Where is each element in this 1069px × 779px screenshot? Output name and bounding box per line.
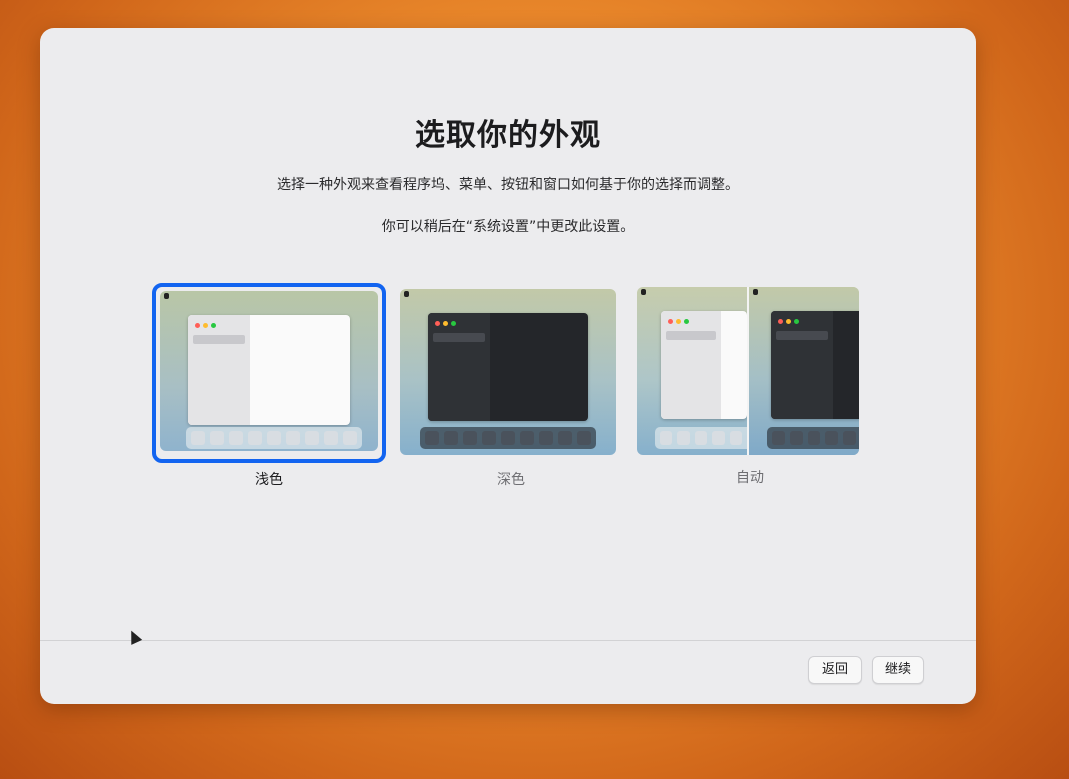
setup-assistant-window: 选取你的外观 选择一种外观来查看程序坞、菜单、按钮和窗口如何基于你的选择而调整。… (40, 28, 976, 704)
light-window-mock (188, 315, 350, 425)
footer-divider (40, 640, 976, 641)
apple-logo-icon (404, 291, 409, 297)
option-label-dark: 深色 (497, 472, 525, 488)
auto-dark-dock-mock (767, 427, 859, 449)
light-preview (160, 291, 378, 451)
appearance-option-auto[interactable]: 自动 (637, 283, 863, 498)
settings-note: 你可以稍后在“系统设置”中更改此设置。 (381, 219, 635, 235)
auto-preview (637, 287, 859, 455)
option-label-light: 浅色 (255, 472, 283, 488)
back-button[interactable]: 返回 (808, 656, 862, 684)
appearance-option-light[interactable]: 浅色 (152, 283, 386, 498)
auto-light-dock-mock (655, 427, 747, 449)
option-label-auto: 自动 (736, 470, 764, 486)
continue-button[interactable]: 继续 (872, 656, 924, 684)
dark-dock-mock (420, 427, 596, 449)
apple-logo-icon (753, 289, 758, 295)
light-dock-mock (186, 427, 362, 449)
page-title: 选取你的外观 (415, 118, 601, 153)
appearance-option-dark[interactable]: 深色 (400, 283, 622, 498)
apple-logo-icon (164, 293, 169, 299)
page-subtitle: 选择一种外观来查看程序坞、菜单、按钮和窗口如何基于你的选择而调整。 (277, 177, 739, 193)
auto-dark-window-mock (771, 311, 859, 419)
dark-window-mock (428, 313, 588, 421)
mouse-pointer-icon (125, 628, 143, 645)
dark-preview (400, 289, 616, 455)
apple-logo-icon (641, 289, 646, 295)
auto-light-window-mock (661, 311, 747, 419)
